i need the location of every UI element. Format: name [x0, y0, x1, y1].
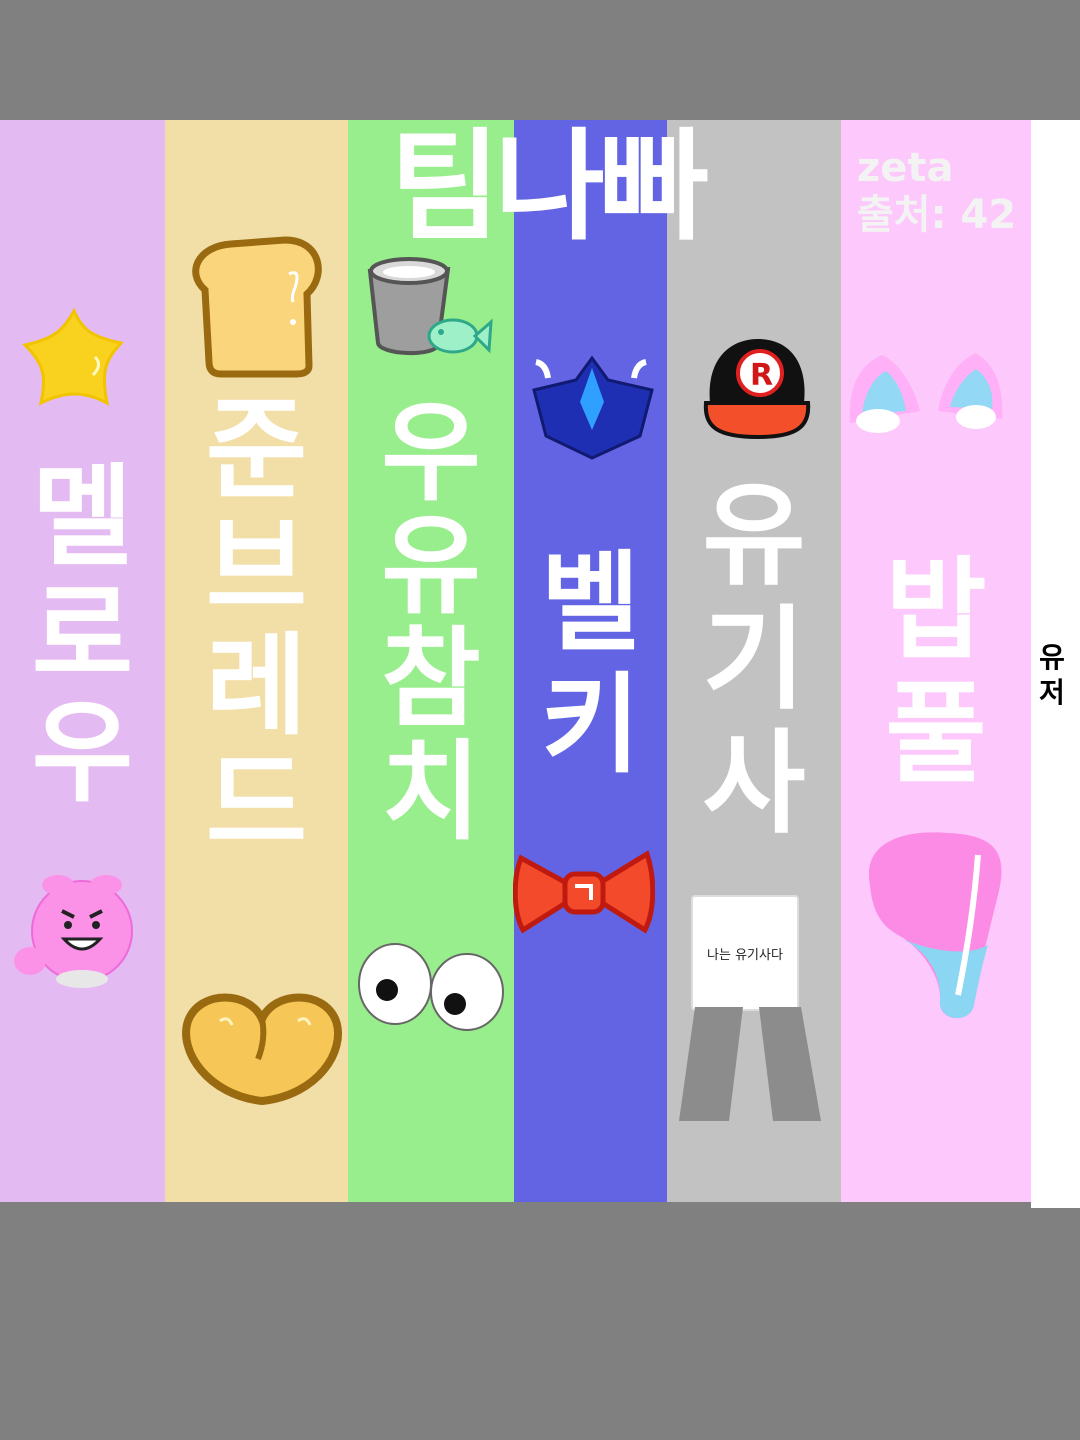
team-title: 팀나빠: [390, 118, 709, 257]
name-melrow-char: 로: [31, 571, 134, 699]
fish-icon: [427, 318, 493, 354]
blue-gem-wings-icon: [532, 355, 654, 460]
star-icon: [21, 307, 124, 406]
toast-icon: [192, 236, 322, 378]
name-uyuchamchi-char: 참: [381, 617, 481, 742]
cookie-icon: [182, 993, 342, 1105]
name-yugisa: 유 기 사: [667, 480, 841, 840]
svg-text:R: R: [750, 358, 773, 393]
name-yugisa-char: 기: [702, 595, 806, 725]
name-junbread-char: 레: [205, 622, 308, 750]
name-yugisa-char: 사: [702, 719, 806, 849]
name-belki-char: 벨: [540, 541, 641, 666]
name-bappul: 밥 풀: [841, 555, 1031, 789]
name-uyuchamchi: 우 유 참 치: [348, 400, 514, 847]
credit-user: zeta: [857, 145, 954, 191]
name-belki: 벨 키: [514, 550, 667, 780]
name-junbread-char: 준: [205, 386, 308, 514]
pants-icon: [679, 1007, 821, 1121]
name-junbread-char: 브: [205, 504, 308, 632]
yugisa-sign: 나는 유기사다: [691, 895, 799, 1011]
name-junbread: 준 브 레 드: [165, 395, 348, 859]
name-junbread-char: 드: [205, 740, 308, 868]
user-side-char: 유: [1039, 641, 1065, 674]
name-melrow-char: 우: [31, 689, 134, 817]
name-belki-char: 키: [540, 663, 641, 788]
name-bappul-char: 밥: [885, 546, 987, 674]
pink-paint-icon: [868, 832, 1002, 1019]
name-melrow: 멜 로 우: [0, 462, 165, 808]
pink-pig-icon: [14, 875, 133, 988]
red-cap-icon: R: [703, 339, 811, 440]
user-side-label: 유 저: [1034, 640, 1070, 710]
credit-block: zeta 출처: 42: [857, 145, 1016, 239]
red-bow-icon: [513, 850, 655, 934]
credit-source: 출처: 42: [857, 192, 1017, 239]
name-melrow-char: 멜: [31, 453, 134, 581]
name-bappul-char: 풀: [885, 670, 987, 798]
name-uyuchamchi-char: 치: [381, 730, 481, 855]
name-uyuchamchi-char: 우: [381, 391, 481, 516]
cat-ears-icon: [849, 353, 1003, 433]
name-uyuchamchi-char: 유: [381, 504, 481, 629]
googly-eyes-icon: [358, 943, 504, 1031]
user-side-char: 저: [1039, 676, 1065, 709]
name-yugisa-char: 유: [702, 471, 806, 601]
